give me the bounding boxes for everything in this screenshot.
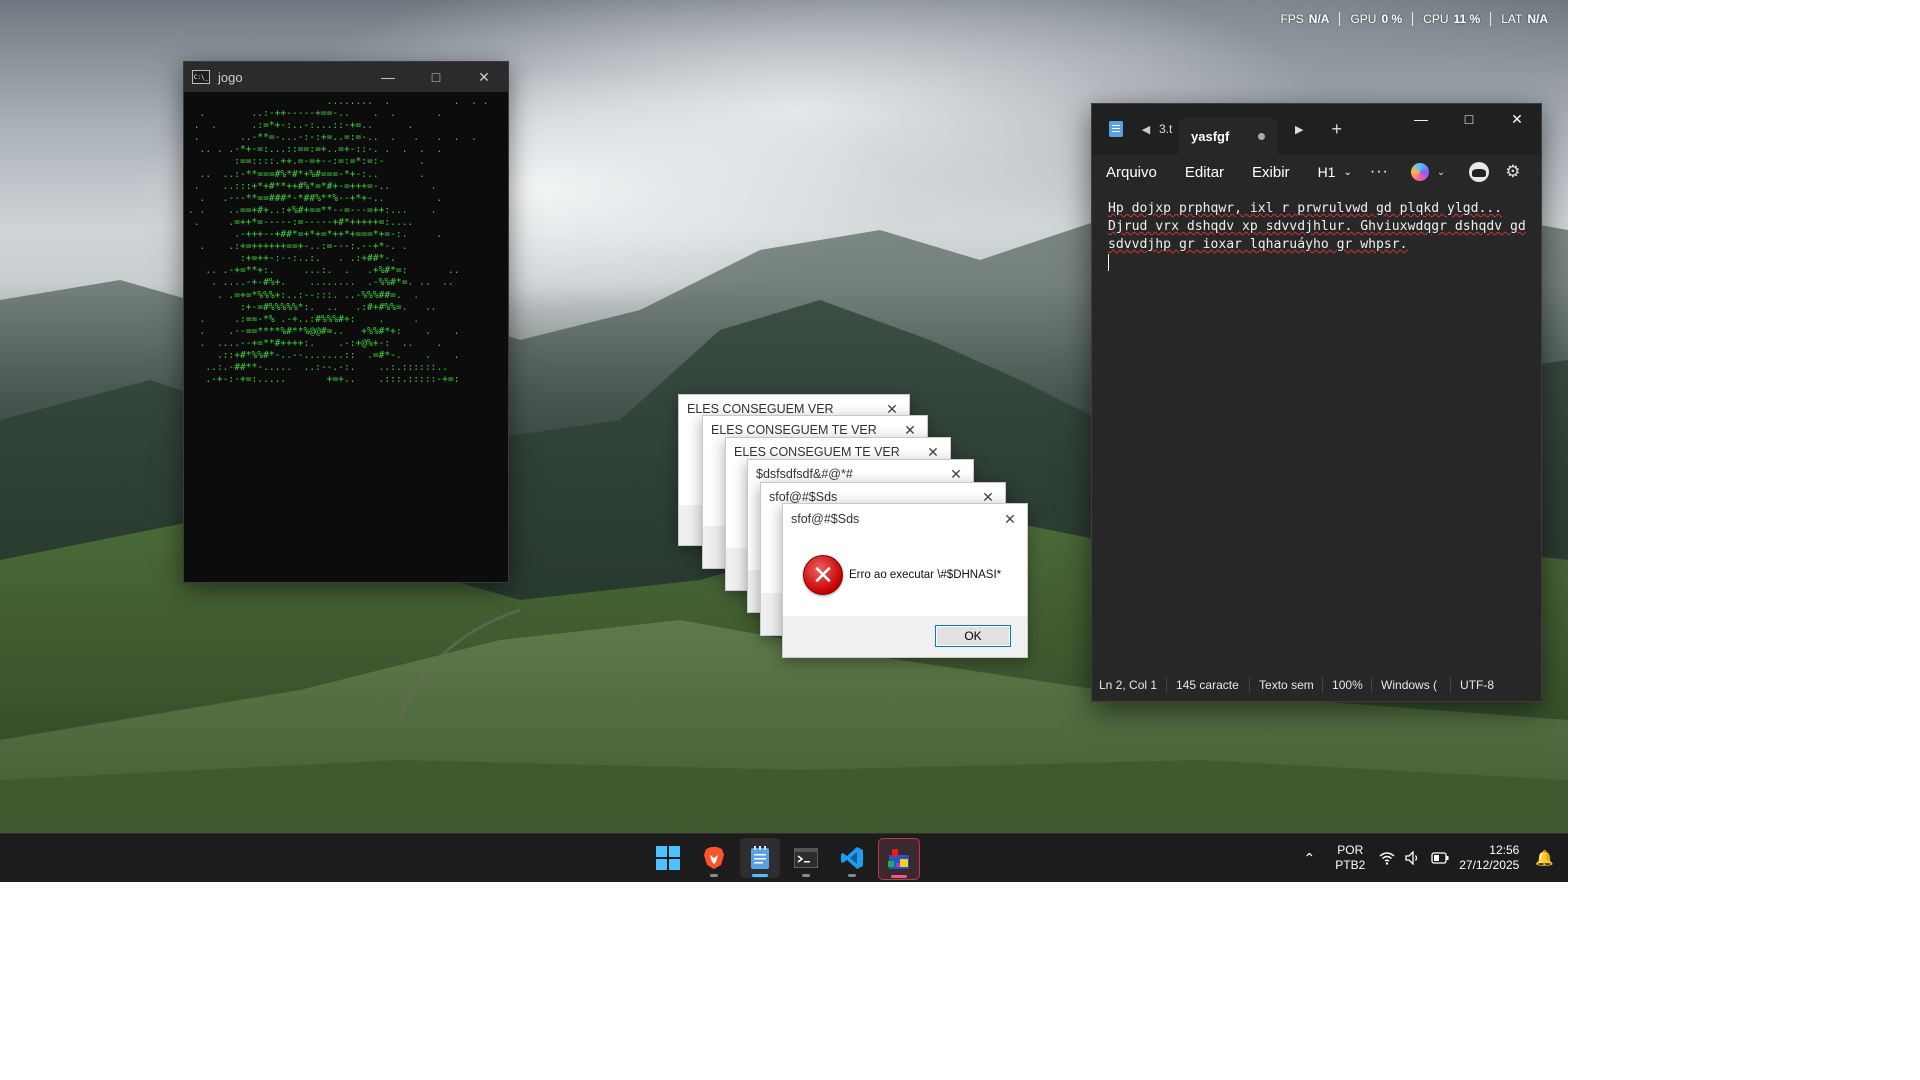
maximize-button[interactable]: □ bbox=[1445, 104, 1493, 134]
menu-arquivo[interactable]: Arquivo bbox=[1092, 164, 1171, 181]
status-line-ending[interactable]: Windows ( bbox=[1372, 678, 1450, 692]
close-button[interactable]: ✕ bbox=[1493, 104, 1541, 134]
console-ascii-art: ........ . . . . . ..:-++-----+==-.. . .… bbox=[188, 96, 489, 386]
dialog-title: ELES CONSEGUEM VER bbox=[687, 402, 834, 416]
dialog-title: ELES CONSEGUEM TE VER bbox=[734, 445, 900, 459]
notepad-window[interactable]: ◀ 3.t yasfgf ▶ + — □ ✕ Arquivo Editar Ex… bbox=[1091, 103, 1542, 702]
ok-button[interactable]: OK bbox=[935, 625, 1011, 647]
game-icon bbox=[888, 849, 909, 869]
notepad-editor[interactable]: Hp dojxp prphqwr, ixl r prwrulvwd gd plq… bbox=[1092, 190, 1541, 650]
close-button[interactable]: ✕ bbox=[893, 422, 927, 439]
wifi-icon[interactable] bbox=[1379, 851, 1395, 865]
maximize-button[interactable]: □ bbox=[412, 62, 460, 92]
perf-latency: LAT N/A bbox=[1490, 12, 1558, 26]
taskbar: ⌃ POR PTB2 12:56 27/12/2025 🔔 bbox=[0, 833, 1568, 882]
minimize-button[interactable]: — bbox=[1397, 104, 1445, 134]
taskbar-game[interactable] bbox=[878, 838, 920, 880]
clock-time: 12:56 bbox=[1489, 843, 1520, 857]
error-dialog-main[interactable]: sfof@#$Sds ✕ ✕ Erro ao executar \#$DHNASI… bbox=[782, 503, 1028, 658]
desktop-wallpaper: FPS N/A GPU 0 % CPU 11 % LAT N/A C:\_ jogo —… bbox=[0, 0, 1568, 882]
taskbar-vscode[interactable] bbox=[832, 838, 872, 878]
editor-line-2: Djrud vrx dshqdv xp sdvvdjhlur. Ghviuxwd… bbox=[1108, 219, 1526, 234]
editor-line-1: Hp dojxp prphqwr, ixl r prwrulvwd gd plq… bbox=[1108, 201, 1503, 216]
close-button[interactable]: ✕ bbox=[993, 511, 1027, 528]
volume-icon[interactable] bbox=[1405, 851, 1421, 865]
close-button[interactable]: ✕ bbox=[916, 444, 950, 461]
editor-line-3: sdvvdjhp gr ioxar lqharuáyho gr whpsr. bbox=[1108, 237, 1408, 252]
dialog-title: $dsfsdfsdf&#@*# bbox=[756, 467, 853, 481]
gear-icon[interactable]: ⚙ bbox=[1505, 162, 1520, 182]
taskbar-brave[interactable] bbox=[694, 838, 734, 878]
vscode-icon bbox=[841, 847, 863, 869]
dialog-title: ELES CONSEGUEM TE VER bbox=[711, 423, 877, 437]
tab-title: yasfgf bbox=[1191, 128, 1230, 144]
show-hidden-icons-chevron-icon[interactable]: ⌃ bbox=[1304, 850, 1316, 867]
notepad-tabbar[interactable]: ◀ 3.t yasfgf ▶ + — □ ✕ bbox=[1092, 104, 1541, 154]
status-encoding[interactable]: UTF-8 bbox=[1451, 678, 1503, 692]
terminal-icon bbox=[794, 848, 818, 868]
clock-date: 27/12/2025 bbox=[1459, 858, 1520, 872]
taskbar-clock[interactable]: 12:56 27/12/2025 bbox=[1459, 843, 1519, 873]
close-button[interactable]: ✕ bbox=[460, 62, 508, 92]
start-button[interactable] bbox=[648, 838, 688, 878]
chevron-down-icon: ⌄ bbox=[1343, 166, 1352, 178]
perf-gpu: GPU 0 % bbox=[1339, 12, 1412, 26]
console-titlebar[interactable]: C:\_ jogo — □ ✕ bbox=[184, 62, 508, 92]
notepad-app-icon bbox=[1109, 121, 1123, 137]
notepad-statusbar: Ln 2, Col 1 145 caracte Texto sem 100% W… bbox=[1092, 669, 1541, 701]
status-format[interactable]: Texto sem bbox=[1250, 678, 1322, 692]
dialog-title: sfof@#$Sds bbox=[769, 490, 838, 504]
perf-cpu: CPU 11 % bbox=[1412, 12, 1490, 26]
perf-fps: FPS N/A bbox=[1280, 12, 1330, 26]
close-button[interactable]: ✕ bbox=[939, 466, 973, 483]
heading-dropdown[interactable]: H1 ⌄ bbox=[1318, 164, 1352, 180]
menu-editar[interactable]: Editar bbox=[1171, 164, 1238, 181]
status-char-count: 145 caracte bbox=[1176, 678, 1239, 692]
menu-exibir[interactable]: Exibir bbox=[1238, 164, 1304, 181]
notepad-icon bbox=[751, 846, 769, 869]
windows-logo-icon bbox=[656, 846, 680, 870]
tab-active-file[interactable]: yasfgf bbox=[1179, 118, 1277, 154]
tab-scroll-right-icon[interactable]: ▶ bbox=[1295, 123, 1303, 136]
error-icon: ✕ bbox=[803, 555, 843, 595]
brave-icon bbox=[704, 847, 724, 869]
error-message: Erro ao executar \#$DHNASI* bbox=[849, 569, 1002, 581]
taskbar-notepad[interactable] bbox=[740, 838, 780, 878]
taskbar-terminal[interactable] bbox=[786, 838, 826, 878]
copilot-icon[interactable] bbox=[1410, 163, 1429, 181]
status-zoom[interactable]: 100% bbox=[1323, 678, 1371, 692]
battery-icon[interactable] bbox=[1431, 852, 1449, 864]
console-title: jogo bbox=[218, 69, 243, 85]
new-tab-button[interactable]: + bbox=[1331, 119, 1342, 140]
notification-bell-icon[interactable]: 🔔 bbox=[1535, 849, 1554, 867]
console-window[interactable]: C:\_ jogo — □ ✕ ........ . . . . . ..:-+… bbox=[183, 61, 509, 583]
dialog-title: sfof@#$Sds bbox=[791, 512, 860, 526]
chevron-down-icon[interactable]: ⌄ bbox=[1437, 167, 1445, 178]
text-caret bbox=[1108, 254, 1109, 271]
notepad-menubar: Arquivo Editar Exibir H1 ⌄ ··· ⌄ ⚙ bbox=[1092, 154, 1541, 190]
more-options-button[interactable]: ··· bbox=[1370, 163, 1389, 181]
account-avatar[interactable] bbox=[1469, 162, 1490, 182]
minimize-button[interactable]: — bbox=[364, 62, 412, 92]
tab-scroll-left-icon[interactable]: ◀ bbox=[1133, 123, 1159, 136]
performance-overlay: FPS N/A GPU 0 % CPU 11 % LAT N/A bbox=[1270, 12, 1558, 26]
language-indicator[interactable]: POR PTB2 bbox=[1335, 843, 1365, 873]
tab-previous-file[interactable]: 3.t bbox=[1159, 122, 1179, 136]
status-cursor-position: Ln 2, Col 1 bbox=[1099, 678, 1158, 692]
unsaved-dot-icon[interactable] bbox=[1258, 132, 1265, 140]
console-app-icon: C:\_ bbox=[192, 70, 210, 84]
